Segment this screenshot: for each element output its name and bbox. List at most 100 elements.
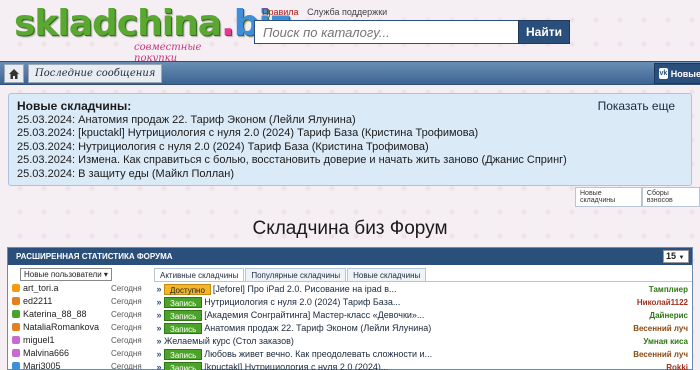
search-button[interactable]: Найти [518,20,570,44]
home-icon [9,68,19,79]
new-item[interactable]: 25.03.2024: Нутрициология с нуля 2.0 (20… [17,141,683,154]
feed-row[interactable]: » Запись Любовь живет вечно. Как преодолев… [154,348,692,360]
tab-popular-skladchiny[interactable]: Популярные складчины [245,268,347,281]
status-badge: Доступно [164,283,211,295]
feed-title[interactable]: [kpuctakl] Нутрициология с нуля 2.0 (202… [204,362,666,370]
new-block-subtabs: Новые складчины Сборы взносов [575,187,700,207]
tab-new-skladchiny[interactable]: Новые складчины [347,268,427,281]
user-name[interactable]: miguel1 [23,335,111,345]
arrow-icon: » [156,362,162,370]
user-time: Сегодня [111,322,142,332]
vk-icon: vk [659,68,668,79]
user-icon [12,323,20,331]
user-time: Сегодня [111,361,142,370]
user-icon [12,362,20,370]
forum-stats-block: РАСШИРЕННАЯ СТАТИСТИКА ФОРУМА 15 ▼ Новые… [7,247,693,370]
user-name[interactable]: Malvina666 [23,348,111,358]
new-item[interactable]: 25.03.2024: [kpuctakl] Нутрициология с н… [17,127,683,140]
feed-user[interactable]: Rokki [666,363,692,370]
logo-wordmark: skladchina.biz [14,3,291,44]
arrow-icon: » [156,284,162,294]
status-badge: Запись [164,309,203,321]
new-block-title: Новые складчины: [17,99,132,113]
feed-tabs: Активные складчины Популярные складчины … [154,268,692,282]
feed-row[interactable]: » Запись Нутрициология с нуля 2.0 (2024) Т… [154,296,692,308]
user-icon [12,349,20,357]
users-select[interactable]: Новые пользователи ▾ [20,268,112,281]
user-row[interactable]: art_tori.a Сегодня [8,282,150,294]
status-badge: Запись [164,361,203,370]
stats-limit-select[interactable]: 15 ▼ [663,250,689,263]
support-link[interactable]: Служба поддержки [307,7,387,17]
user-name[interactable]: ed2211 [23,296,111,306]
user-time: Сегодня [111,296,142,306]
feed-user[interactable]: Тамплиер [649,285,692,294]
stats-title: РАСШИРЕННАЯ СТАТИСТИКА ФОРУМА [16,252,173,261]
new-items-list: 25.03.2024: Анатомия продаж 22. Тариф Эк… [17,114,683,181]
news-button[interactable]: vk Новые [654,63,700,84]
new-users-column: Новые пользователи ▾ art_tori.a Сегодня ed… [8,268,150,370]
news-label: Новые [670,68,700,79]
home-button[interactable] [4,64,24,83]
header-links: Правила Служба поддержки [262,7,393,17]
feed-row[interactable]: » Запись Анатомия продаж 22. Тариф Эконом … [154,322,692,334]
user-row[interactable]: NataliaRomankova Сегодня [8,321,150,333]
user-name[interactable]: art_tori.a [23,283,111,293]
feed-title[interactable]: Желаемый курс (Стол заказов) [164,336,643,346]
new-item[interactable]: 25.03.2024: Анатомия продаж 22. Тариф Эк… [17,114,683,127]
arrow-icon: » [156,297,162,307]
tab-active-skladchiny[interactable]: Активные складчины [154,268,245,281]
chevron-down-icon: ▼ [678,255,685,261]
site-header: skladchina.biz совместные покупки Правил… [0,0,700,64]
user-name[interactable]: Katerina_88_88 [23,309,111,319]
user-time: Сегодня [111,348,142,358]
search-input[interactable] [254,20,518,44]
user-time: Сегодня [111,283,142,293]
feed-column: Активные складчины Популярные складчины … [154,268,692,370]
subtab-new-skladchiny[interactable]: Новые складчины [575,187,642,207]
feed-title[interactable]: Нутрициология с нуля 2.0 (2024) Тариф Ба… [204,297,637,307]
status-badge: Запись [164,296,203,308]
feed-user[interactable]: Дайнерис [649,311,692,320]
site-logo[interactable]: skladchina.biz совместные покупки [14,2,291,64]
show-more-link[interactable]: Показать еще [598,99,675,113]
arrow-icon: » [156,323,162,333]
feed-row[interactable]: » Доступно [Jeforel] Про iPad 2.0. Рисован… [154,283,692,295]
feed-user[interactable]: Николай1122 [637,298,692,307]
stats-header: РАСШИРЕННАЯ СТАТИСТИКА ФОРУМА 15 ▼ [8,248,692,265]
user-icon [12,297,20,305]
user-time: Сегодня [111,335,142,345]
feed-title[interactable]: Любовь живет вечно. Как преодолевать сло… [204,349,633,359]
user-icon [12,310,20,318]
user-name[interactable]: NataliaRomankova [23,322,111,332]
user-row[interactable]: Malvina666 Сегодня [8,347,150,359]
user-row[interactable]: ed2211 Сегодня [8,295,150,307]
status-badge: Запись [164,322,203,334]
forum-title: Складчина биз Форум [252,218,448,239]
feed-user[interactable]: Весенний луч [633,324,692,333]
search-form: Найти [254,20,570,44]
feed-row[interactable]: » Запись [kpuctakl] Нутрициология с нуля 2… [154,361,692,370]
feed-title[interactable]: [Академия Сонграйтинга] Мастер-класс «Де… [204,310,649,320]
user-name[interactable]: Mari3005 [23,361,111,370]
rules-link[interactable]: Правила [262,7,299,17]
feed-user[interactable]: Весенний луч [633,350,692,359]
nav-bar: Последние сообщения vk Новые [0,61,700,85]
user-row[interactable]: miguel1 Сегодня [8,334,150,346]
arrow-icon: » [156,336,162,346]
user-row[interactable]: Katerina_88_88 Сегодня [8,308,150,320]
new-item[interactable]: 25.03.2024: Измена. Как справиться с бол… [17,154,683,167]
arrow-icon: » [156,349,162,359]
arrow-icon: » [156,310,162,320]
user-row[interactable]: Mari3005 Сегодня [8,360,150,370]
subtab-collections[interactable]: Сборы взносов [641,187,700,207]
feed-user[interactable]: Умная киса [643,337,692,346]
user-icon [12,336,20,344]
feed-title[interactable]: Анатомия продаж 22. Тариф Эконом (Лейли … [204,323,633,333]
new-item[interactable]: 25.03.2024: В защиту еды (Майкл Поллан) [17,168,683,181]
feed-row[interactable]: » Желаемый курс (Стол заказов) Умная киса [154,335,692,347]
new-skladchiny-block: Новые складчины: Показать еще 25.03.2024… [8,93,692,186]
feed-title[interactable]: [Jeforel] Про iPad 2.0. Рисование на ipa… [213,284,649,294]
feed-row[interactable]: » Запись [Академия Сонграйтинга] Мастер-кл… [154,309,692,321]
recent-posts-button[interactable]: Последние сообщения [28,64,163,83]
